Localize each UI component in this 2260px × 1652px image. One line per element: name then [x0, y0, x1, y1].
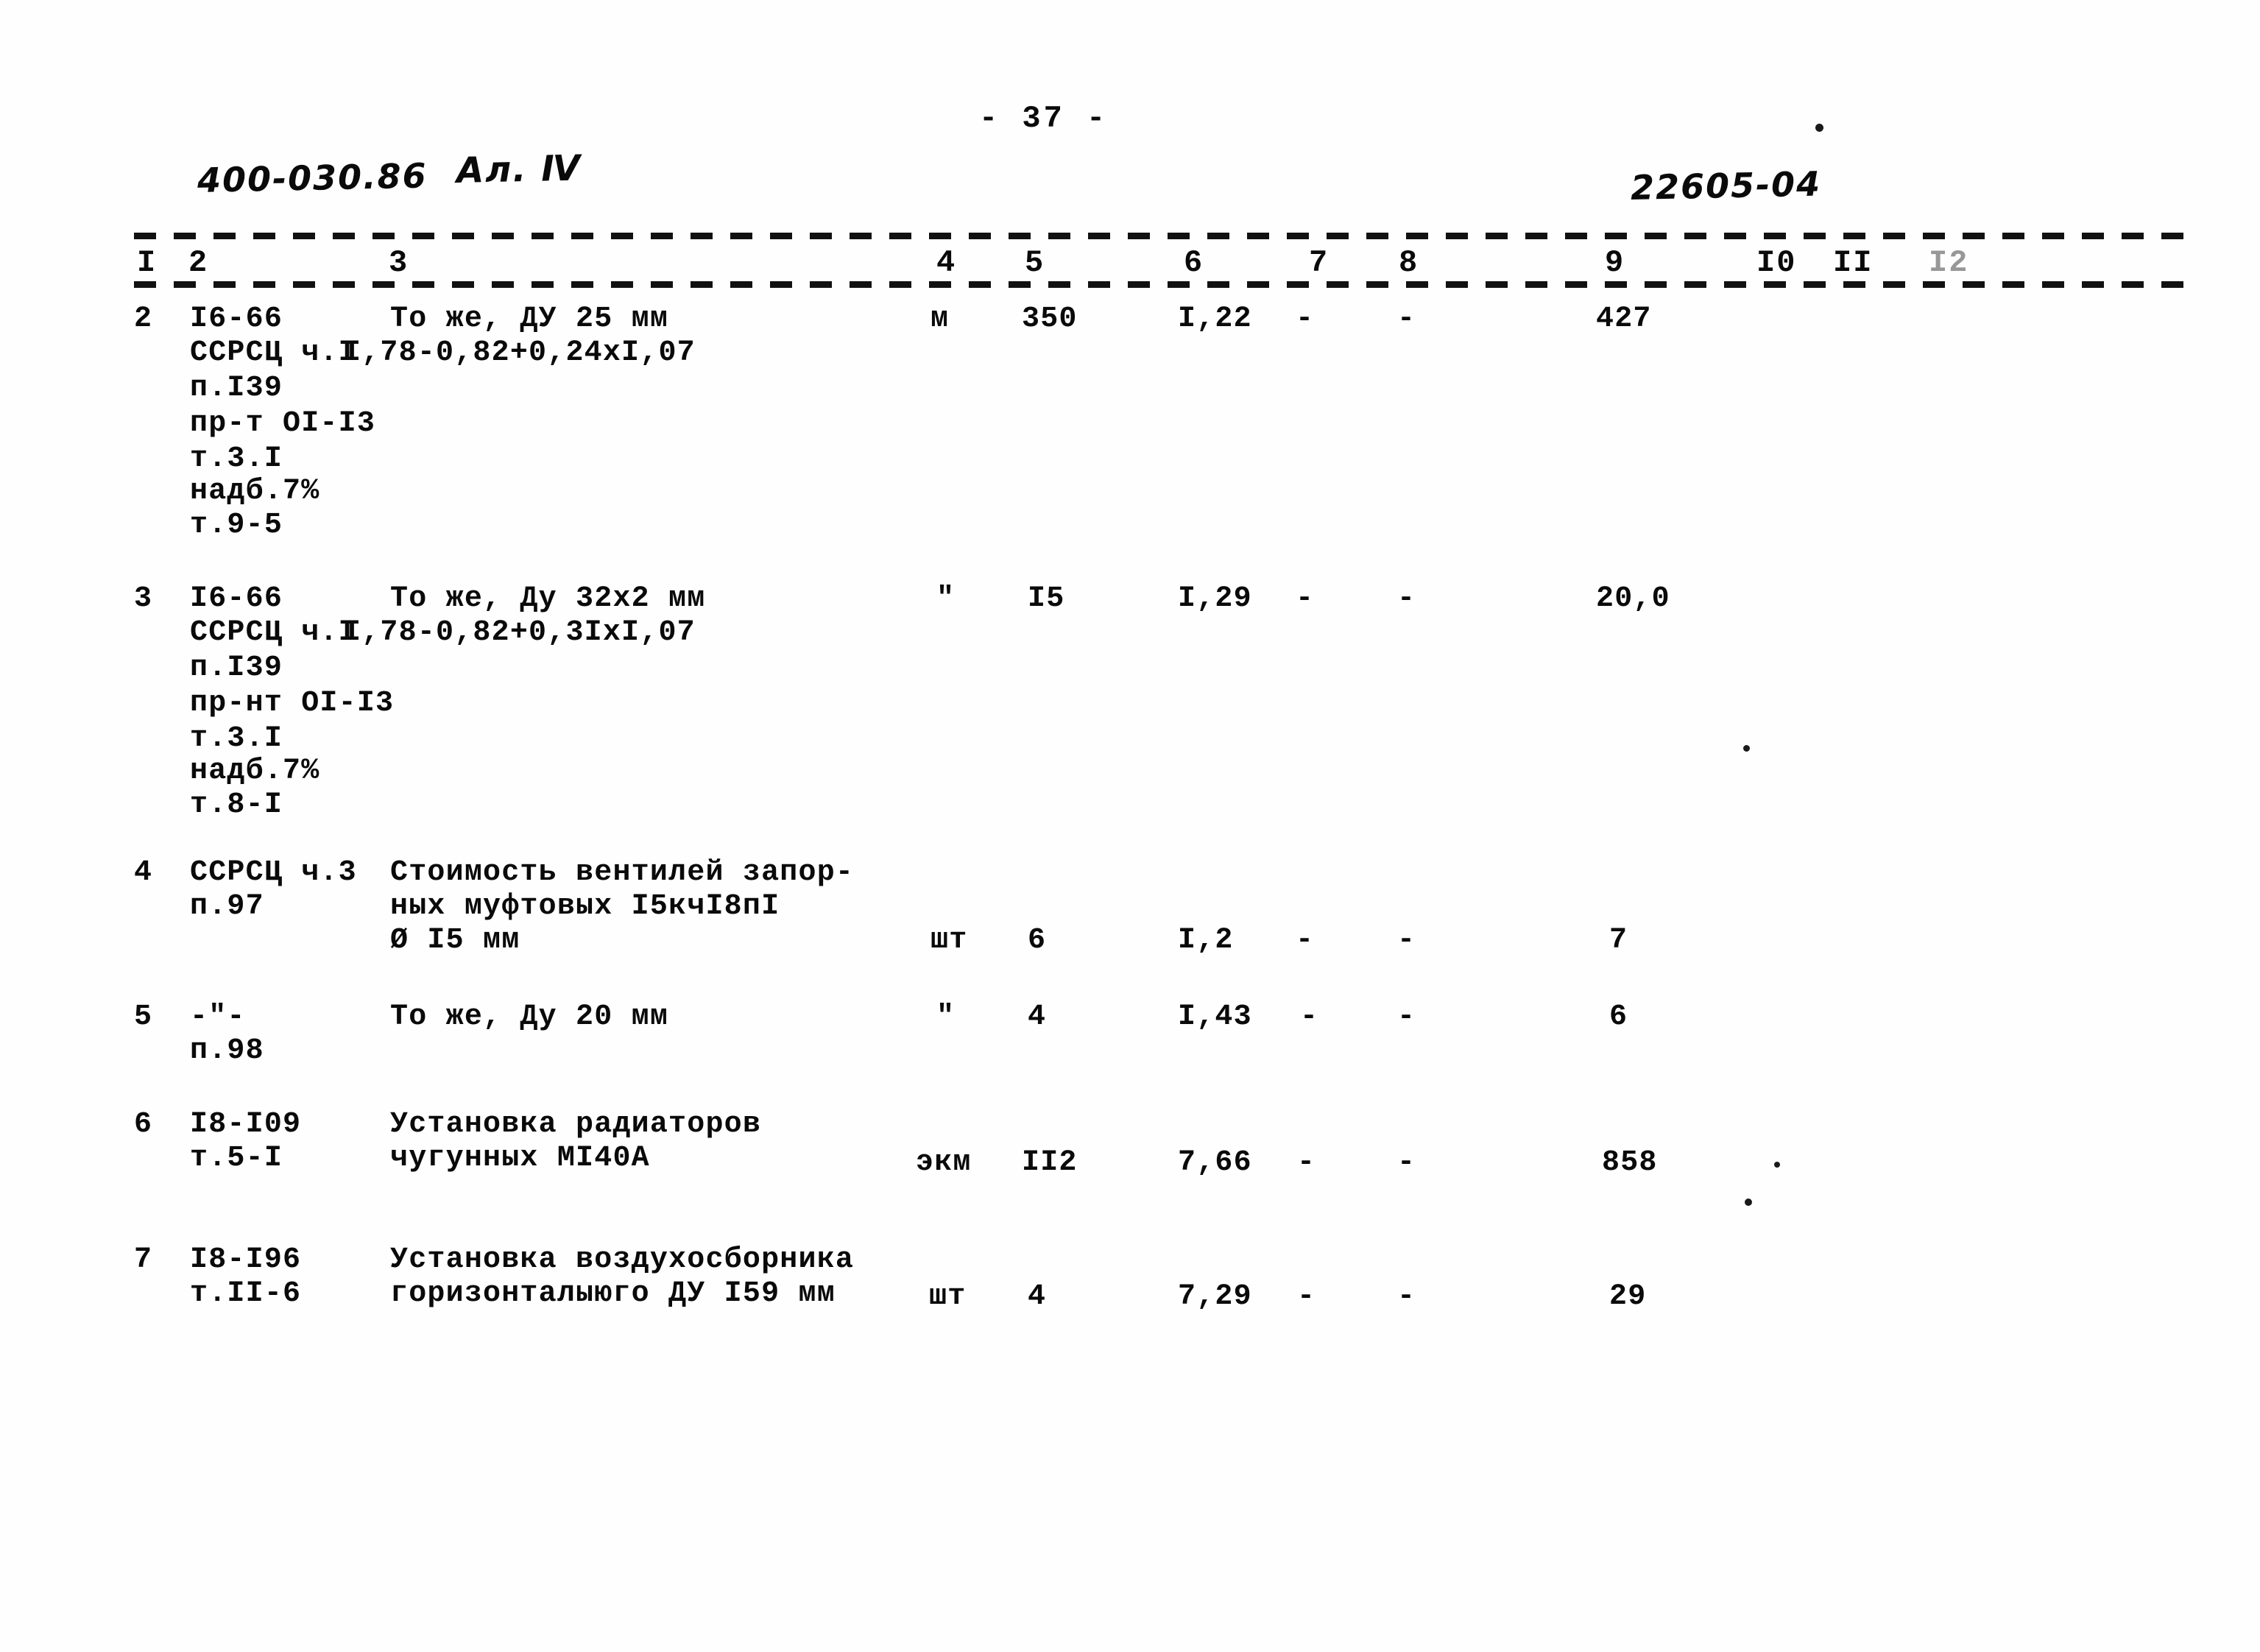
- row-description-line: То же, Ду 32x2 мм: [390, 582, 706, 615]
- scan-speck: [1743, 745, 1750, 752]
- row-code-line: пр-т OI-I3: [190, 407, 376, 440]
- row-code-line: I6-66: [190, 303, 283, 336]
- order-number-handwritten: 22605-04: [1630, 163, 1822, 208]
- column-header-2: 2: [188, 245, 209, 280]
- row-unit: ": [936, 1000, 956, 1034]
- row-col8: -: [1397, 303, 1416, 336]
- page-number: - 37 -: [979, 101, 1109, 136]
- row-col6: I,2: [1178, 924, 1234, 957]
- row-code-line: т.5-I: [190, 1142, 283, 1175]
- row-description-line: I,78-0,82+0,24xI,07: [343, 336, 696, 370]
- row-code-line: п.97: [190, 890, 264, 923]
- row-col9: 20,0: [1596, 582, 1670, 615]
- row-code-line: т.9-5: [190, 509, 283, 542]
- row-col7: -: [1297, 1280, 1316, 1313]
- row-number: 3: [134, 582, 153, 615]
- row-col6: I,22: [1178, 303, 1252, 336]
- row-code-line: т.3.I: [190, 722, 283, 755]
- column-header-3: 3: [389, 245, 409, 280]
- row-description-line: То же, ДУ 25 мм: [390, 303, 669, 336]
- row-description-line: Установка радиаторов: [390, 1108, 762, 1141]
- row-quantity: 4: [1028, 1000, 1047, 1034]
- row-number: 4: [134, 856, 153, 889]
- row-code-line: пр-нт OI-I3: [190, 687, 395, 720]
- column-header-5: 5: [1025, 245, 1045, 280]
- row-col6: I,29: [1178, 582, 1252, 615]
- row-code-line: ССРСЦ ч.I: [190, 336, 357, 370]
- row-quantity: 4: [1028, 1280, 1047, 1313]
- row-col6: 7,66: [1178, 1146, 1252, 1179]
- table-header-rule: [134, 281, 2188, 288]
- row-col9: 858: [1602, 1146, 1658, 1179]
- row-code-line: I8-I96: [190, 1243, 302, 1277]
- row-code-line: т.8-I: [190, 788, 283, 822]
- row-code-line: т.II-6: [190, 1277, 302, 1310]
- row-code-line: т.3.I: [190, 442, 283, 476]
- row-number: 6: [134, 1108, 153, 1141]
- album-handwritten: Ал. Ⅳ: [456, 147, 582, 191]
- column-header-11: II: [1833, 245, 1874, 280]
- row-code-line: надб.7%: [190, 475, 320, 508]
- row-unit: шт: [929, 1280, 967, 1313]
- row-col8: -: [1397, 1146, 1416, 1179]
- row-description-line: чугунных МI40А: [390, 1142, 650, 1175]
- row-description-line: Установка воздухосборника: [390, 1243, 855, 1277]
- row-col7: -: [1300, 1000, 1319, 1034]
- row-unit: м: [931, 303, 950, 336]
- row-code-line: надб.7%: [190, 755, 320, 788]
- row-quantity: 6: [1028, 924, 1047, 957]
- doc-code-handwritten: 400-030.86: [197, 155, 428, 200]
- row-col8: -: [1397, 582, 1416, 615]
- row-col6: 7,29: [1178, 1280, 1252, 1313]
- row-quantity: II2: [1022, 1146, 1078, 1179]
- row-col9: 7: [1609, 924, 1628, 957]
- row-col7: -: [1296, 582, 1315, 615]
- row-code-line: ССРСЦ ч.3: [190, 856, 357, 889]
- row-col7: -: [1297, 1146, 1316, 1179]
- row-col7: -: [1296, 924, 1315, 957]
- row-code-line: п.I39: [190, 652, 283, 685]
- row-number: 7: [134, 1243, 153, 1277]
- table-top-rule: [134, 233, 2188, 239]
- column-header-9: 9: [1605, 245, 1625, 280]
- column-header-7: 7: [1309, 245, 1329, 280]
- row-code-line: I8-I09: [190, 1108, 302, 1141]
- row-col8: -: [1397, 1000, 1416, 1034]
- column-header-8: 8: [1399, 245, 1419, 280]
- column-header-1: I: [137, 245, 158, 280]
- row-col7: -: [1296, 303, 1315, 336]
- scan-speck: [1815, 124, 1823, 132]
- row-col8: -: [1397, 924, 1416, 957]
- row-code-line: ССРСЦ ч.I: [190, 616, 357, 649]
- row-col9: 29: [1609, 1280, 1647, 1313]
- row-code-line: I6-66: [190, 582, 283, 615]
- row-quantity: 350: [1022, 303, 1078, 336]
- row-code-line: п.I39: [190, 372, 283, 405]
- column-header-10: I0: [1756, 245, 1797, 280]
- row-number: 5: [134, 1000, 153, 1034]
- row-code-line: -"-: [190, 1000, 246, 1034]
- row-description-line: Стоимость вентилей запор-: [390, 856, 855, 889]
- row-code-line: п.98: [190, 1034, 264, 1067]
- row-unit: экм: [916, 1146, 972, 1179]
- column-header-12: I2: [1929, 245, 1969, 280]
- scan-speck: [1774, 1162, 1780, 1168]
- scan-speck: [1745, 1199, 1752, 1206]
- row-number: 2: [134, 303, 153, 336]
- row-description-line: Ø I5 мм: [390, 924, 520, 957]
- row-col6: I,43: [1178, 1000, 1252, 1034]
- row-unit: ": [936, 582, 956, 615]
- row-description-line: горизонталыюго ДУ I59 мм: [390, 1277, 836, 1310]
- column-header-4: 4: [936, 245, 957, 280]
- row-description-line: То же, Ду 20 мм: [390, 1000, 669, 1034]
- column-header-6: 6: [1184, 245, 1204, 280]
- row-col9: 6: [1609, 1000, 1628, 1034]
- row-description-line: ных муфтовых I5кчI8пI: [390, 890, 780, 923]
- row-col9: 427: [1596, 303, 1652, 336]
- row-unit: шт: [931, 924, 968, 957]
- row-col8: -: [1397, 1280, 1416, 1313]
- row-quantity: I5: [1028, 582, 1065, 615]
- document-page: - 37 - 400-030.86 Ал. Ⅳ 22605-04 I 2 3 4…: [0, 0, 2260, 1652]
- row-description-line: I,78-0,82+0,3IxI,07: [343, 616, 696, 649]
